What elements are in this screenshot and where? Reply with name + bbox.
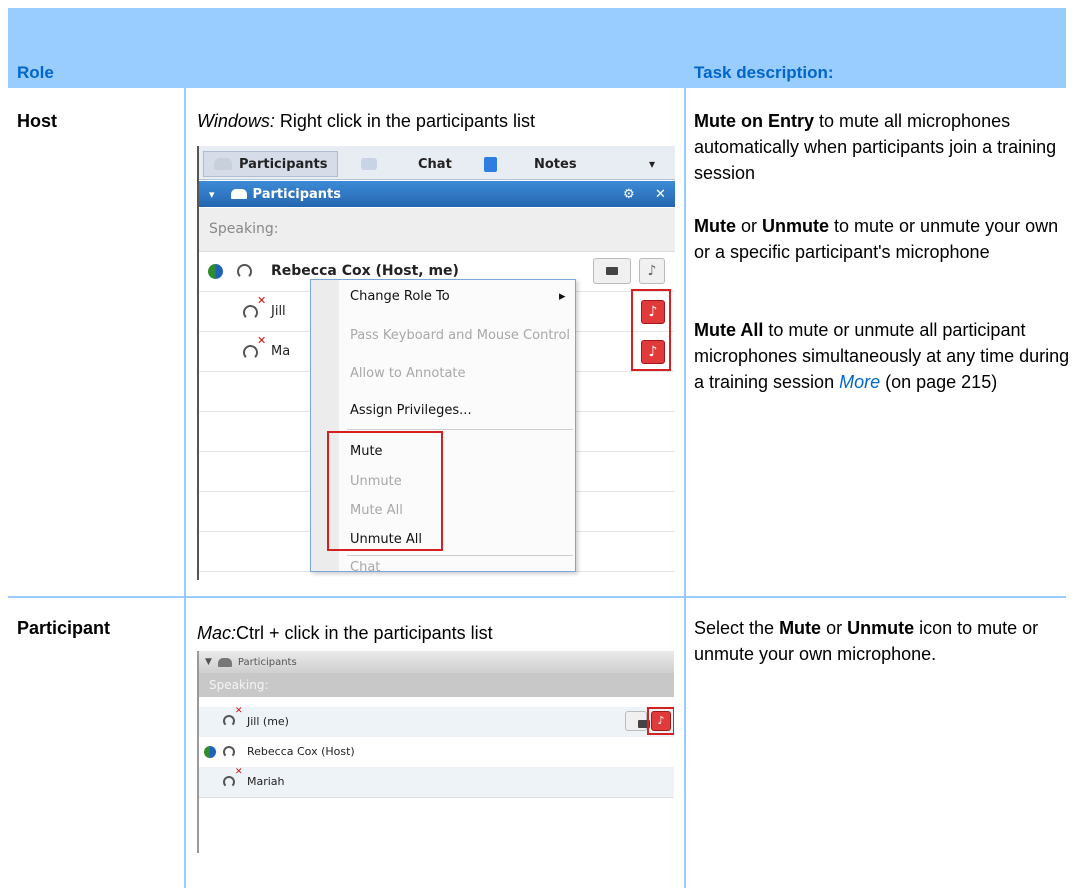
microphone-icon[interactable]: ♪ [639,258,665,284]
mute-buttons-highlight [631,289,671,371]
presenter-globe-icon [208,264,223,279]
notes-icon [484,156,497,172]
menu-item-assign-privileges[interactable]: Assign Privileges... [350,403,472,418]
mac-participants-screenshot: ▼ Participants Speaking: ✕ Jill (me) ♪ R… [197,651,674,853]
mac-name-jill: Jill (me) [247,715,289,728]
participants-icon [230,189,247,199]
role-column-header: Role [17,63,54,82]
headset-muted-icon [243,305,258,320]
headset-icon [237,264,252,279]
headset-icon [223,746,235,758]
presenter-globe-icon [204,746,216,758]
submenu-arrow-icon: ▸ [559,289,566,304]
mac-row-jill[interactable]: ✕ Jill (me) ♪ [199,706,674,737]
context-menu: Change Role To ▸ Pass Keyboard and Mouse… [310,279,576,575]
participants-icon [214,158,232,170]
mac-name-mariah: Mariah [247,775,285,788]
menu-separator [347,555,573,556]
gear-icon[interactable]: ⚙ [623,187,635,202]
tab-notes[interactable]: Notes [484,151,577,177]
muted-x-icon: ✕ [235,767,243,777]
column-divider-1 [184,88,186,888]
table-header-band [8,8,1066,88]
participants-panel-titlebar: ▾ Participants ⚙ ✕ [199,181,675,207]
menu-item-chat: Chat [350,560,381,575]
mac-panel-title: Participants [237,656,297,668]
chat-bubble-icon [361,158,377,170]
role-participant: Participant [17,618,111,638]
collapse-icon[interactable]: ▾ [209,188,215,201]
speaking-label: Speaking: [199,208,675,252]
muted-x-icon: ✕ [235,706,243,716]
participants-icon [217,657,232,667]
windows-participants-screenshot: Participants Chat Notes ▾ ▾ Participants… [197,146,675,580]
mac-row-rebecca[interactable]: Rebecca Cox (Host) [199,737,674,767]
host-task-3: Mute All to mute or unmute all participa… [694,320,1070,392]
close-icon[interactable]: ✕ [655,187,666,202]
mute-options-highlight [327,431,443,551]
headset-muted-icon [243,345,258,360]
windows-prefix: Windows: [197,111,275,131]
mac-row-divider [199,797,674,798]
tab-chat[interactable]: Chat [361,151,452,177]
panel-tabs: Participants Chat Notes ▾ [199,146,675,180]
participant-name-host: Rebecca Cox (Host, me) [271,263,459,279]
menu-item-change-role[interactable]: Change Role To [350,289,450,304]
muted-x-icon: ✕ [257,334,267,347]
tabs-dropdown-icon[interactable]: ▾ [649,151,655,177]
mac-text: Ctrl + click in the participants list [236,623,493,643]
participant-task: Select the Mute or Unmute icon to mute o… [694,618,1039,664]
mac-speaking-label: Speaking: [199,673,674,697]
video-camera-icon[interactable] [593,258,631,284]
mac-panel-titlebar: ▼ Participants [199,651,674,673]
participant-name-mariah: Ma [271,344,291,359]
menu-item-annotate: Allow to Annotate [350,366,466,381]
host-task-1: Mute on Entry to mute all microphones au… [694,111,1057,183]
mac-row-mariah[interactable]: ✕ Mariah [199,767,674,797]
host-task-2: Mute or Unmute to mute or unmute your ow… [694,216,1059,262]
video-camera-icon[interactable] [625,711,650,731]
mac-mute-highlight [647,707,674,735]
menu-item-pass-keyboard: Pass Keyboard and Mouse Control [350,328,571,343]
mac-prefix: Mac: [197,623,237,643]
muted-x-icon: ✕ [257,294,267,307]
task-column-header: Task description: [694,63,834,82]
more-link[interactable]: More [839,372,880,392]
mac-name-rebecca: Rebecca Cox (Host) [247,745,355,758]
participant-name-jill: Jill [271,304,286,319]
windows-text: Right click in the participants list [274,111,535,131]
row-divider [8,596,1066,598]
mac-instruction: Mac:Ctrl + click in the participants lis… [197,620,493,646]
tab-participants[interactable]: Participants [203,151,338,177]
headset-muted-icon [223,715,235,727]
panel-title: Participants [252,186,342,202]
headset-muted-icon [223,776,235,788]
column-divider-2 [684,88,686,888]
menu-separator [347,429,573,430]
collapse-icon[interactable]: ▼ [205,657,212,667]
windows-instruction: Windows: Right click in the participants… [197,108,535,134]
role-host: Host [17,111,57,131]
